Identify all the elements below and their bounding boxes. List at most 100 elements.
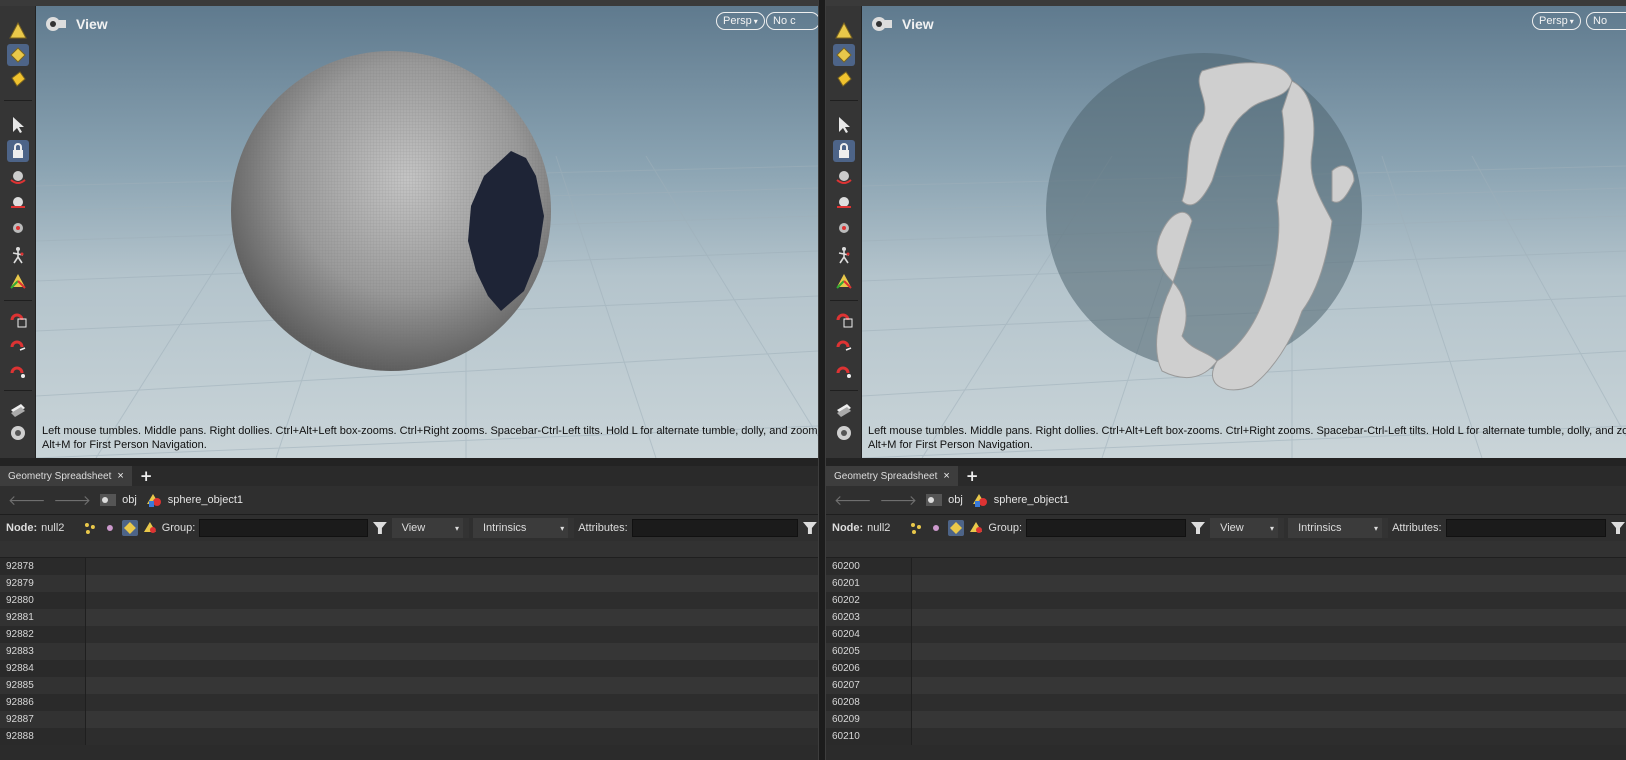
tumble-icon[interactable] bbox=[833, 166, 855, 188]
camera-menu-button[interactable]: Persp ▾ bbox=[716, 12, 765, 30]
pane-splitter[interactable] bbox=[818, 0, 826, 760]
magnet-grid-icon[interactable] bbox=[7, 308, 29, 330]
table-row[interactable]: 60205 bbox=[826, 643, 1626, 660]
points-mode-icon[interactable] bbox=[82, 520, 98, 536]
table-row[interactable]: 60202 bbox=[826, 592, 1626, 609]
table-row[interactable]: 92884 bbox=[0, 660, 818, 677]
back-arrow-icon[interactable]: 🡐 bbox=[834, 492, 872, 509]
zoom-icon[interactable] bbox=[7, 218, 29, 240]
lock-icon[interactable] bbox=[833, 140, 855, 162]
pane-divider[interactable] bbox=[826, 458, 1626, 466]
add-tab-icon[interactable]: + bbox=[140, 467, 153, 485]
camera-icon[interactable] bbox=[7, 422, 29, 444]
primitives-mode-icon[interactable] bbox=[122, 520, 138, 536]
forward-arrow-icon[interactable]: 🡒 bbox=[54, 492, 92, 509]
add-tab-icon[interactable]: + bbox=[966, 467, 979, 485]
table-row[interactable]: 92882 bbox=[0, 626, 818, 643]
magnet-icon[interactable] bbox=[833, 334, 855, 356]
funnel-icon[interactable] bbox=[372, 520, 388, 536]
magnet-grid-icon[interactable] bbox=[833, 308, 855, 330]
row-index: 92884 bbox=[0, 660, 86, 677]
row-index: 60207 bbox=[826, 677, 912, 694]
select-objects-icon[interactable] bbox=[7, 20, 29, 42]
notes-icon[interactable] bbox=[833, 398, 855, 420]
table-row[interactable]: 92887 bbox=[0, 711, 818, 728]
dolly-icon[interactable] bbox=[7, 192, 29, 214]
group-input[interactable] bbox=[1026, 519, 1187, 537]
attributes-input[interactable] bbox=[1445, 519, 1606, 537]
close-tab-icon[interactable]: × bbox=[117, 470, 123, 482]
select-objects-icon[interactable] bbox=[833, 20, 855, 42]
vertices-mode-icon[interactable] bbox=[102, 520, 118, 536]
tumble-icon[interactable] bbox=[7, 166, 29, 188]
tab-geometry-spreadsheet[interactable]: Geometry Spreadsheet × bbox=[826, 466, 958, 486]
back-arrow-icon[interactable]: 🡐 bbox=[8, 492, 46, 509]
table-row[interactable]: 60208 bbox=[826, 694, 1626, 711]
table-row[interactable]: 60201 bbox=[826, 575, 1626, 592]
camera-icon[interactable] bbox=[833, 422, 855, 444]
funnel-icon[interactable] bbox=[1190, 520, 1206, 536]
scene-viewport[interactable]: View Persp ▾ No Left mouse tumbles. Middl… bbox=[862, 6, 1626, 458]
select-icon[interactable] bbox=[7, 114, 29, 136]
path-crumb-obj[interactable]: obj bbox=[99, 492, 137, 508]
table-row[interactable]: 60204 bbox=[826, 626, 1626, 643]
primitives-mode-icon[interactable] bbox=[948, 520, 965, 536]
funnel-icon[interactable] bbox=[802, 520, 818, 536]
pane-divider[interactable] bbox=[0, 458, 818, 466]
tab-geometry-spreadsheet[interactable]: Geometry Spreadsheet × bbox=[0, 466, 132, 486]
table-row[interactable]: 92888 bbox=[0, 728, 818, 745]
table-row[interactable]: 92886 bbox=[0, 694, 818, 711]
detail-mode-icon[interactable] bbox=[968, 520, 984, 536]
table-row[interactable]: 60210 bbox=[826, 728, 1626, 745]
dolly-icon[interactable] bbox=[833, 192, 855, 214]
camera-menu-button[interactable]: Persp ▾ bbox=[1532, 12, 1581, 30]
forward-arrow-icon[interactable]: 🡒 bbox=[880, 492, 918, 509]
zoom-icon[interactable] bbox=[833, 218, 855, 240]
table-row[interactable]: 60200 bbox=[826, 558, 1626, 575]
path-crumb-object[interactable]: sphere_object1 bbox=[145, 492, 243, 508]
vertices-mode-icon[interactable] bbox=[928, 520, 944, 536]
select-icon[interactable] bbox=[833, 114, 855, 136]
row-index: 92883 bbox=[0, 643, 86, 660]
attributes-input[interactable] bbox=[631, 519, 799, 537]
table-row[interactable]: 92881 bbox=[0, 609, 818, 626]
viewport-title-text: View bbox=[76, 16, 108, 32]
table-row[interactable]: 92878 bbox=[0, 558, 818, 575]
display-options-button[interactable]: No bbox=[1586, 12, 1626, 30]
path-crumb-obj[interactable]: obj bbox=[925, 492, 963, 508]
transform-icon[interactable] bbox=[833, 270, 855, 292]
funnel-icon[interactable] bbox=[1610, 520, 1626, 536]
display-options-button[interactable]: No c bbox=[766, 12, 818, 30]
table-row[interactable]: 92879 bbox=[0, 575, 818, 592]
magnet-icon[interactable] bbox=[7, 334, 29, 356]
snap-icon[interactable] bbox=[833, 360, 855, 382]
points-mode-icon[interactable] bbox=[908, 520, 924, 536]
lock-icon[interactable] bbox=[7, 140, 29, 162]
table-row[interactable]: 92883 bbox=[0, 643, 818, 660]
intrinsics-dropdown[interactable]: Intrinsics ▾ bbox=[473, 518, 575, 538]
view-dropdown[interactable]: View ▾ bbox=[391, 518, 469, 538]
scene-viewport[interactable]: View Persp ▾ No c Left mouse tumbles. Mid… bbox=[36, 6, 818, 458]
figure-icon[interactable] bbox=[833, 244, 855, 266]
view-dropdown[interactable]: View ▾ bbox=[1210, 518, 1285, 538]
table-row[interactable]: 60207 bbox=[826, 677, 1626, 694]
detail-mode-icon[interactable] bbox=[142, 520, 158, 536]
close-tab-icon[interactable]: × bbox=[943, 470, 949, 482]
figure-icon[interactable] bbox=[7, 244, 29, 266]
select-faces-icon[interactable] bbox=[833, 68, 855, 90]
select-faces-icon[interactable] bbox=[7, 68, 29, 90]
select-points-icon[interactable] bbox=[7, 44, 29, 66]
select-points-icon[interactable] bbox=[833, 44, 855, 66]
intrinsics-dropdown[interactable]: Intrinsics ▾ bbox=[1288, 518, 1389, 538]
path-crumb-object[interactable]: sphere_object1 bbox=[971, 492, 1069, 508]
table-row[interactable]: 60209 bbox=[826, 711, 1626, 728]
table-row[interactable]: 60206 bbox=[826, 660, 1626, 677]
hint-line-2: Alt+M for First Person Navigation. bbox=[42, 439, 207, 451]
notes-icon[interactable] bbox=[7, 398, 29, 420]
group-input[interactable] bbox=[199, 519, 368, 537]
snap-icon[interactable] bbox=[7, 360, 29, 382]
table-row[interactable]: 92885 bbox=[0, 677, 818, 694]
table-row[interactable]: 92880 bbox=[0, 592, 818, 609]
table-row[interactable]: 60203 bbox=[826, 609, 1626, 626]
transform-icon[interactable] bbox=[7, 270, 29, 292]
